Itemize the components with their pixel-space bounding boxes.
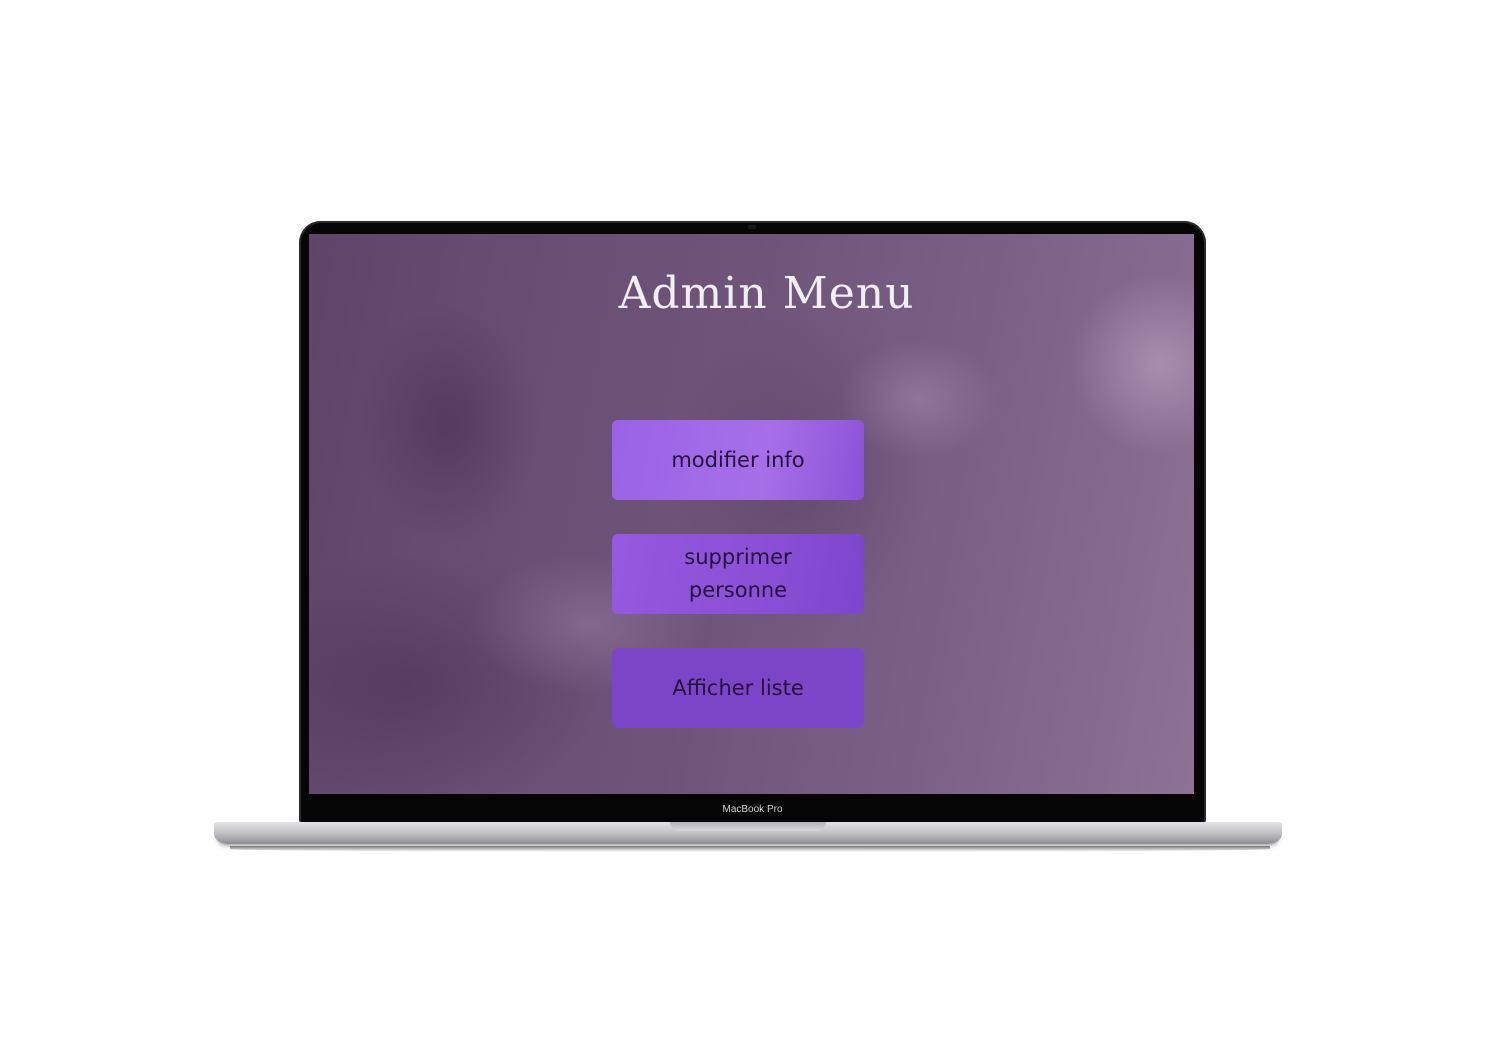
laptop-screen: Admin Menu modifier info supprimer perso… (309, 234, 1194, 794)
modify-info-button[interactable]: modifier info (612, 420, 864, 500)
laptop-base-shadow (230, 846, 1270, 852)
show-list-button[interactable]: Afficher liste (612, 648, 864, 728)
camera-icon (748, 225, 756, 229)
laptop-base (214, 822, 1282, 844)
laptop-bezel: Admin Menu modifier info supprimer perso… (299, 221, 1206, 825)
delete-person-button[interactable]: supprimer personne (612, 534, 864, 614)
laptop-mockup: Admin Menu modifier info supprimer perso… (0, 0, 1500, 1038)
lid-opening-notch (670, 822, 826, 831)
device-model-label: MacBook Pro (722, 804, 783, 815)
page-title: Admin Menu (618, 268, 915, 319)
